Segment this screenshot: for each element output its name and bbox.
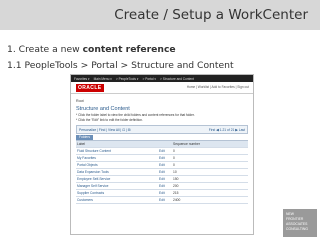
row-edit-link[interactable]: Edit	[158, 182, 172, 190]
table-row: Customers Edit 2400	[76, 196, 248, 204]
row-edit-link[interactable]: Edit	[158, 189, 172, 197]
row-edit-link[interactable]: Edit	[158, 161, 172, 169]
table-row: My Favorites Edit 0	[76, 154, 248, 162]
company-logo: NEW FRONTIER ASSOCIATES CONSULTING	[283, 209, 317, 237]
logo-line: NEW	[286, 212, 294, 216]
slide-title: Create / Setup a WorkCenter	[114, 7, 308, 23]
row-label[interactable]: Customers	[76, 196, 158, 204]
menu-peopletools[interactable]: > PeopleTools ▾	[116, 77, 139, 81]
grid-toolbar: Personalize | Find | View All | ⊡ | ⊞ Fi…	[76, 125, 248, 134]
home-links[interactable]: Home | Worklist | Add to Favorites | Sig…	[187, 85, 249, 89]
folders-table: Label Sequence number Fluid Structure Co…	[76, 141, 248, 204]
row-edit-link[interactable]: Edit	[158, 175, 172, 183]
row-sequence: 150	[172, 175, 248, 183]
row-edit-link[interactable]: Edit	[158, 147, 172, 155]
row-sequence: 10	[172, 168, 248, 176]
table-row: Fluid Structure Content Edit 0	[76, 147, 248, 155]
logo-line: ASSOCIATES	[286, 222, 308, 226]
row-label[interactable]: Manager Self Service	[76, 182, 158, 190]
menu-main[interactable]: Main Menu ▾	[94, 77, 112, 81]
table-row: Portal Objects Edit 0	[76, 161, 248, 169]
table-row: Manager Self Service Edit 200	[76, 182, 248, 190]
step-1-1-text: 1.1 PeopleTools > Portal > Structure and…	[7, 60, 234, 71]
row-edit-link[interactable]: Edit	[158, 154, 172, 162]
step-1-bold: content reference	[82, 44, 176, 55]
logo-line: CONSULTING	[286, 227, 308, 231]
instruction-1: * Click the folder label to view the chi…	[76, 113, 195, 117]
row-sequence: 215	[172, 189, 248, 197]
step-1-prefix: 1. Create a new	[7, 44, 83, 55]
instruction-2: * Click the "Edit" link to edit the fold…	[76, 118, 143, 122]
menu-structure-content[interactable]: > Structure and Content	[160, 77, 194, 81]
page-title: Structure and Content	[76, 106, 130, 112]
row-label[interactable]: Supplier Contracts	[76, 189, 158, 197]
table-row: Data Expansion Tools Edit 10	[76, 168, 248, 176]
row-label[interactable]: Portal Objects	[76, 161, 158, 169]
menu-portal[interactable]: > Portal ▾	[142, 77, 156, 81]
oracle-logo: ORACLE	[76, 84, 104, 92]
row-label[interactable]: Fluid Structure Content	[76, 147, 158, 155]
row-label[interactable]: Employee Self-Service	[76, 175, 158, 183]
row-label[interactable]: Data Expansion Tools	[76, 168, 158, 176]
row-sequence: 0	[172, 147, 248, 155]
table-row: Employee Self-Service Edit 150	[76, 175, 248, 183]
step-1-text: 1. Create a new content reference	[7, 44, 176, 55]
logo-line: FRONTIER	[286, 217, 304, 221]
menu-favorites[interactable]: Favorites ▾	[74, 77, 90, 81]
breadcrumb: Root	[76, 99, 84, 103]
row-sequence: 0	[172, 154, 248, 162]
row-sequence: 200	[172, 182, 248, 190]
embedded-screenshot: Favorites ▾ Main Menu ▾ > PeopleTools ▾ …	[70, 74, 254, 235]
title-bar: Create / Setup a WorkCenter	[0, 0, 320, 30]
grid-pagination[interactable]: First ◀ 1-21 of 21 ▶ Last	[209, 128, 245, 132]
grid-tabs: Folders	[76, 134, 248, 141]
row-label[interactable]: My Favorites	[76, 154, 158, 162]
table-row: Supplier Contracts Edit 215	[76, 189, 248, 197]
logo-area: ORACLE Home | Worklist | Add to Favorite…	[71, 82, 253, 94]
row-edit-link[interactable]: Edit	[158, 168, 172, 176]
row-edit-link[interactable]: Edit	[158, 196, 172, 204]
tab-folders[interactable]: Folders	[76, 135, 93, 140]
row-sequence: 0	[172, 161, 248, 169]
row-sequence: 2400	[172, 196, 248, 204]
menu-bar: Favorites ▾ Main Menu ▾ > PeopleTools ▾ …	[71, 75, 253, 82]
grid-personalize-links[interactable]: Personalize | Find | View All | ⊡ | ⊞	[79, 128, 130, 132]
